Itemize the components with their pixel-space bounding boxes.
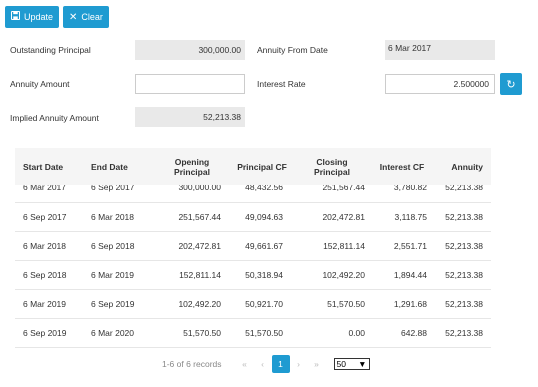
cell-opening-principal: 202,472.81	[178, 241, 221, 251]
cell-interest-cf: 642.88	[401, 328, 427, 338]
cell-interest-cf: 3,118.75	[394, 212, 427, 222]
update-button[interactable]: Update	[5, 6, 60, 28]
pager-summary: 1-6 of 6 records	[162, 359, 222, 369]
cell-closing-principal: 102,492.20	[322, 270, 365, 280]
annuity-amount-label: Annuity Amount	[10, 79, 70, 89]
page-size-select[interactable]: 50 ▼	[333, 358, 370, 370]
cell-opening-principal: 152,811.14	[179, 270, 221, 280]
col-closing-line1: Closing	[316, 156, 348, 167]
cell-opening-principal: 251,567.44	[178, 212, 221, 222]
cell-principal-cf: 51,570.50	[245, 328, 283, 338]
cell-principal-cf: 50,318.94	[245, 270, 283, 280]
cell-end-date: 6 Mar 2019	[91, 270, 134, 280]
interest-rate-input[interactable]: 2.500000	[385, 74, 495, 94]
cell-end-date: 6 Mar 2018	[91, 212, 134, 222]
cell-closing-principal: 0.00	[348, 328, 365, 338]
col-end-date[interactable]: End Date	[85, 162, 157, 172]
grid-header: Start Date End Date Opening Principal Pr…	[15, 148, 491, 185]
cell-opening-principal: 102,492.20	[178, 299, 221, 309]
page-1-button[interactable]: 1	[271, 355, 290, 373]
cell-closing-principal: 202,472.81	[322, 212, 365, 222]
annuity-amount-input[interactable]	[135, 74, 245, 94]
cell-interest-cf: 1,291.68	[393, 299, 427, 309]
cell-end-date: 6 Mar 2020	[91, 328, 134, 338]
interest-rate-label: Interest Rate	[257, 79, 306, 89]
grid-body: 6 Mar 2017 6 Sep 2017 300,000.00 48,432.56 2…	[15, 185, 491, 348]
toolbar: Update ✕ Clear	[5, 6, 109, 28]
implied-annuity-label: Implied Annuity Amount	[10, 113, 99, 123]
col-annuity[interactable]: Annuity	[437, 162, 491, 172]
cell-principal-cf: 48,432.56	[245, 185, 283, 192]
update-label: Update	[24, 12, 54, 22]
cell-start-date: 6 Mar 2019	[23, 299, 66, 309]
refresh-icon: ↻	[506, 78, 516, 91]
pager: 1-6 of 6 records « ‹ 1 › » 50 ▼	[162, 355, 370, 373]
annuity-from-date-field: 6 Mar 2017	[385, 40, 495, 60]
next-page-button[interactable]: ›	[290, 355, 308, 373]
cell-interest-cf: 2,551.71	[393, 241, 427, 251]
table-row[interactable]: 6 Sep 2019 6 Mar 2020 51,570.50 51,570.50 0.…	[15, 319, 491, 348]
table-row[interactable]: 6 Mar 2018 6 Sep 2018 202,472.81 49,661.67 1…	[15, 232, 491, 261]
col-opening-principal[interactable]: Opening Principal	[157, 157, 227, 177]
col-interest-cf[interactable]: Interest CF	[367, 162, 437, 172]
cell-start-date: 6 Mar 2017	[23, 185, 66, 192]
annuity-from-date-label: Annuity From Date	[257, 45, 328, 55]
cell-opening-principal: 51,570.50	[183, 328, 221, 338]
table-row[interactable]: 6 Mar 2019 6 Sep 2019 102,492.20 50,921.70 5…	[15, 290, 491, 319]
col-opening-line2: Principal	[174, 166, 210, 177]
cell-annuity: 52,213.38	[445, 328, 483, 338]
table-row[interactable]: 6 Sep 2018 6 Mar 2019 152,811.14 50,318.94 1…	[15, 261, 491, 290]
cell-interest-cf: 1,894.44	[393, 270, 427, 280]
chevron-down-icon: ▼	[358, 359, 367, 369]
cell-annuity: 52,213.38	[445, 241, 483, 251]
cell-opening-principal: 300,000.00	[178, 185, 221, 192]
cell-closing-principal: 152,811.14	[323, 241, 365, 251]
cell-annuity: 52,213.38	[445, 299, 483, 309]
cell-start-date: 6 Sep 2019	[23, 328, 67, 338]
cell-closing-principal: 51,570.50	[327, 299, 365, 309]
outstanding-principal-label: Outstanding Principal	[10, 45, 91, 55]
cell-principal-cf: 49,661.67	[245, 241, 283, 251]
col-start-date[interactable]: Start Date	[15, 162, 85, 172]
cell-start-date: 6 Mar 2018	[23, 241, 66, 251]
col-closing-line2: Principal	[314, 166, 350, 177]
col-principal-cf[interactable]: Principal CF	[227, 162, 297, 172]
last-page-button[interactable]: »	[308, 355, 326, 373]
outstanding-principal-field: 300,000.00	[135, 40, 245, 60]
save-icon	[10, 10, 21, 23]
first-page-button[interactable]: «	[236, 355, 254, 373]
cell-end-date: 6 Sep 2018	[91, 241, 135, 251]
cell-start-date: 6 Sep 2018	[23, 270, 67, 280]
implied-annuity-field: 52,213.38	[135, 107, 245, 127]
table-row[interactable]: 6 Mar 2017 6 Sep 2017 300,000.00 48,432.56 2…	[15, 185, 491, 203]
clear-button[interactable]: ✕ Clear	[63, 6, 109, 28]
close-icon: ✕	[69, 11, 78, 23]
annuity-schedule-grid: Start Date End Date Opening Principal Pr…	[15, 148, 491, 348]
cell-closing-principal: 251,567.44	[322, 185, 365, 192]
refresh-button[interactable]: ↻	[500, 73, 522, 95]
cell-principal-cf: 49,094.63	[245, 212, 283, 222]
cell-end-date: 6 Sep 2017	[91, 185, 135, 192]
col-opening-line1: Opening	[174, 156, 210, 167]
clear-label: Clear	[81, 12, 103, 22]
table-row[interactable]: 6 Sep 2017 6 Mar 2018 251,567.44 49,094.63 2…	[15, 203, 491, 232]
cell-principal-cf: 50,921.70	[245, 299, 283, 309]
cell-annuity: 52,213.38	[445, 270, 483, 280]
cell-end-date: 6 Sep 2019	[91, 299, 135, 309]
page-size-value: 50	[336, 359, 346, 369]
cell-start-date: 6 Sep 2017	[23, 212, 67, 222]
prev-page-button[interactable]: ‹	[254, 355, 272, 373]
cell-annuity: 52,213.38	[445, 212, 483, 222]
cell-interest-cf: 3,780.82	[393, 185, 427, 192]
col-closing-principal[interactable]: Closing Principal	[297, 157, 367, 177]
cell-annuity: 52,213.38	[445, 185, 483, 192]
